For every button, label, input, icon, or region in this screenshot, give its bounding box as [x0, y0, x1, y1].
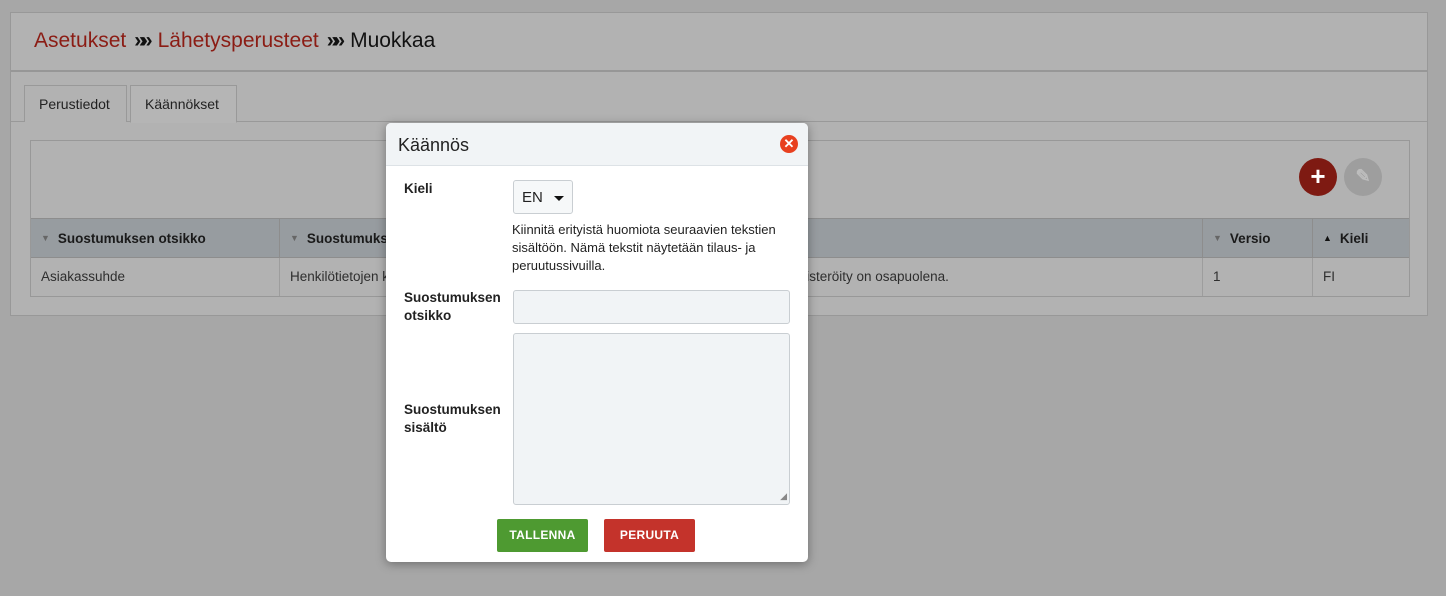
dialog-header: Käännös ✕ [386, 123, 808, 166]
dialog-title: Käännös [398, 135, 470, 155]
column-label: Suostumuks [306, 231, 388, 246]
consent-content-label: Suostumuksen sisältö [404, 401, 501, 437]
breadcrumb-settings-link[interactable]: Asetukset [34, 29, 126, 52]
sort-desc-icon: ▼ [1213, 233, 1222, 243]
sort-desc-icon: ▼ [290, 233, 299, 243]
chevron-down-icon [554, 196, 564, 201]
consent-title-label: Suostumuksen otsikko [404, 289, 501, 325]
add-translation-button[interactable]: + [1299, 158, 1337, 196]
cancel-button[interactable]: PERUUTA [604, 519, 695, 552]
label-line: Suostumuksen [404, 402, 501, 417]
edit-translation-button[interactable]: ✎ [1344, 158, 1382, 196]
tab-translations[interactable]: Käännökset [130, 85, 237, 123]
column-header-title[interactable]: ▼ Suostumuksen otsikko [31, 219, 280, 257]
breadcrumb-current: Muokkaa [350, 29, 436, 52]
sort-asc-icon: ▲ [1323, 233, 1332, 243]
translation-dialog: Käännös ✕ Kieli EN Kiinnitä erityistä hu… [386, 123, 808, 562]
table-cell-version[interactable]: 1 [1203, 258, 1313, 296]
language-select[interactable]: EN [513, 180, 573, 214]
breadcrumb: Asetukset»» Lähetysperusteet»» Muokkaa [11, 13, 1427, 72]
table-cell-language[interactable]: FI [1313, 258, 1409, 296]
column-label: Versio [1229, 231, 1271, 246]
consent-title-input[interactable] [513, 290, 790, 324]
column-header-version[interactable]: ▼ Versio [1203, 219, 1313, 257]
label-line: sisältö [404, 420, 447, 435]
column-header-language[interactable]: ▲ Kieli [1313, 219, 1409, 257]
breadcrumb-separator: » [333, 29, 346, 52]
cell-text: ekisteröity on osapuolena. [792, 269, 949, 284]
language-select-value: EN [522, 189, 543, 206]
breadcrumb-dispatch-link[interactable]: Lähetysperusteet [158, 29, 319, 52]
label-line: Suostumuksen [404, 290, 501, 305]
column-label: Suostumuksen otsikko [57, 231, 206, 246]
cell-text: Henkilötietojen k [290, 269, 390, 284]
tab-basic-info[interactable]: Perustiedot [24, 85, 127, 122]
consent-content-textarea[interactable]: ◢ [513, 333, 790, 505]
table-cell-title[interactable]: Asiakassuhde [31, 258, 280, 296]
edit-icon: ✎ [1355, 166, 1371, 186]
column-label: Kieli [1339, 231, 1369, 246]
label-line: otsikko [404, 308, 452, 323]
sort-desc-icon: ▼ [41, 233, 50, 243]
breadcrumb-separator: » [140, 29, 153, 52]
plus-icon: + [1310, 161, 1326, 191]
save-button[interactable]: TALLENNA [497, 519, 588, 552]
language-label: Kieli [404, 181, 433, 196]
resize-handle-icon[interactable]: ◢ [780, 491, 787, 502]
close-icon[interactable]: ✕ [780, 135, 798, 153]
translation-note: Kiinnitä erityistä huomiota seuraavien t… [512, 222, 776, 273]
